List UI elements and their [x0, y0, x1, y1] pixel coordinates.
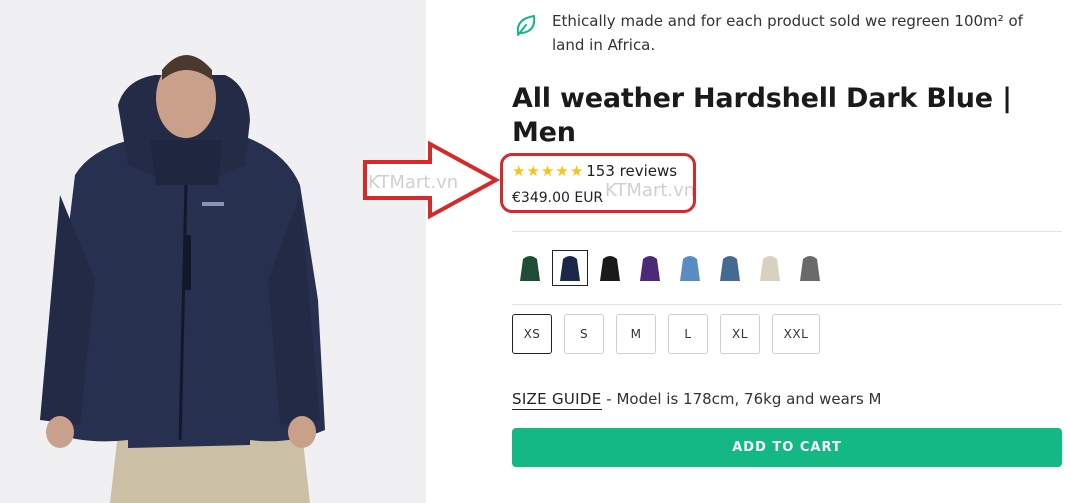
color-swatch-black[interactable] — [592, 250, 628, 286]
color-swatch-purple[interactable] — [632, 250, 668, 286]
product-title: All weather Hardshell Dark Blue | Men — [512, 83, 1012, 148]
size-option-l[interactable]: L — [668, 314, 708, 354]
size-guide-row: SIZE GUIDE - Model is 178cm, 76kg and we… — [512, 390, 882, 410]
color-swatch-steel-blue[interactable] — [712, 250, 748, 286]
eco-message-text: Ethically made and for each product sold… — [552, 12, 1023, 54]
model-size-note: - Model is 178cm, 76kg and wears M — [601, 390, 882, 408]
jacket-icon — [520, 256, 540, 281]
jacket-icon — [680, 256, 700, 281]
product-image — [0, 0, 426, 503]
color-swatch-grey[interactable] — [792, 250, 828, 286]
divider — [512, 231, 1062, 232]
color-swatch-dark-blue[interactable] — [552, 250, 588, 286]
size-guide-link[interactable]: SIZE GUIDE — [512, 390, 602, 410]
size-option-xs[interactable]: XS — [512, 314, 552, 354]
size-option-s[interactable]: S — [564, 314, 604, 354]
size-selector: XS S M L XL XXL — [512, 314, 832, 354]
color-swatch-green[interactable] — [512, 250, 548, 286]
add-to-cart-button[interactable]: ADD TO CART — [512, 428, 1062, 467]
jacket-icon — [600, 256, 620, 281]
color-swatches — [512, 250, 832, 286]
jacket-icon — [800, 256, 820, 281]
jacket-icon — [720, 256, 740, 281]
size-option-xxl[interactable]: XXL — [772, 314, 820, 354]
jacket-icon — [560, 256, 580, 281]
color-swatch-light-blue[interactable] — [672, 250, 708, 286]
leaf-icon — [516, 15, 536, 36]
jacket-icon — [640, 256, 660, 281]
size-option-m[interactable]: M — [616, 314, 656, 354]
watermark: KTMart.vn — [368, 172, 459, 193]
color-swatch-beige[interactable] — [752, 250, 788, 286]
jacket-icon — [760, 256, 780, 281]
divider — [512, 304, 1062, 305]
eco-message: Ethically made and for each product sold… — [512, 9, 1057, 57]
annotation-highlight — [500, 153, 696, 213]
size-option-xl[interactable]: XL — [720, 314, 760, 354]
